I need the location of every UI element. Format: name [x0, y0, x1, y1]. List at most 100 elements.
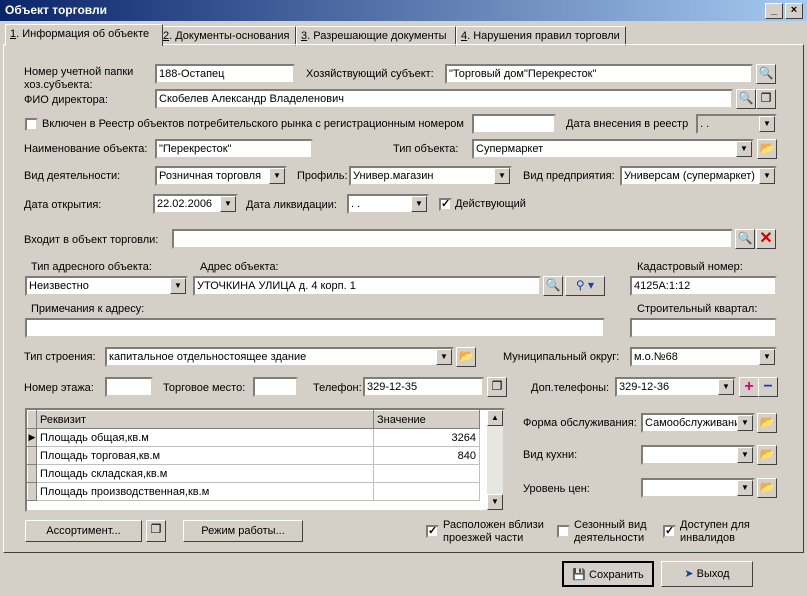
account-field[interactable]: 188-Остапец	[155, 64, 295, 84]
director-copy-button[interactable]: ❐	[756, 89, 776, 109]
chevron-down-icon[interactable]: ▼	[494, 168, 510, 184]
director-field[interactable]: Скобелев Александр Владеленович	[155, 89, 733, 109]
chevron-down-icon[interactable]: ▼	[737, 447, 753, 463]
building-select[interactable]: капитальное отдельностоящее здание ▼	[105, 347, 454, 367]
registry-number-field[interactable]	[472, 114, 556, 134]
col-requisite[interactable]: Реквизит	[36, 410, 374, 429]
tab-permits[interactable]: 3. Разрешающие документы	[296, 26, 456, 46]
minimize-button[interactable]: _	[765, 3, 783, 19]
seasonal-label: Сезонный вид	[574, 519, 647, 531]
quarter-field[interactable]	[630, 318, 777, 338]
director-search-button[interactable]: 🔍	[736, 89, 756, 109]
phone-field[interactable]: 329-12-35	[363, 377, 484, 397]
phone-copy-button[interactable]: ❐	[487, 377, 507, 397]
building-folder-button[interactable]: 📂	[456, 347, 476, 367]
part-of-clear-button[interactable]: ✕	[756, 229, 776, 249]
tab-info[interactable]: 1. Информация об объекте	[5, 24, 163, 46]
scroll-down-icon[interactable]: ▼	[487, 494, 503, 510]
chevron-down-icon[interactable]: ▼	[411, 196, 427, 212]
open-date-field[interactable]: 22.02.2006 ▼	[153, 194, 238, 214]
address-field[interactable]: УТОЧКИНА УЛИЦА д. 4 корп. 1	[193, 276, 541, 296]
active-checkbox[interactable]: ✓	[439, 198, 452, 211]
close-date-value: . .	[351, 198, 361, 210]
addr-note-field[interactable]	[25, 318, 605, 338]
chevron-down-icon[interactable]: ▼	[737, 480, 753, 496]
folder-icon: 📂	[759, 415, 775, 429]
extra-phone-select[interactable]: 329-12-36 ▼	[615, 377, 736, 397]
requisites-grid[interactable]: Реквизит Значение ▶ Площадь общая,кв.м 3…	[25, 408, 505, 512]
entity-search-button[interactable]: 🔍	[756, 64, 776, 84]
row-requisite[interactable]: Площадь складская,кв.м	[36, 464, 374, 483]
registry-date-field[interactable]: . . ▼	[696, 114, 777, 134]
table-row[interactable]: Площадь производственная,кв.м	[27, 482, 480, 501]
table-row[interactable]: ▶ Площадь общая,кв.м 3264	[27, 428, 480, 447]
chevron-down-icon[interactable]: ▼	[759, 116, 775, 132]
part-of-field[interactable]	[172, 229, 733, 249]
schedule-button[interactable]: Режим работы...	[183, 520, 303, 542]
name-field[interactable]: "Перекресток"	[155, 139, 313, 159]
chevron-down-icon[interactable]: ▼	[220, 196, 236, 212]
tab-violations[interactable]: 4. Нарушения правил торговли	[456, 26, 626, 46]
address-map-button[interactable]: ⚲ ▾	[565, 276, 605, 296]
save-button[interactable]: 💾 Сохранить	[562, 561, 654, 587]
grid-scrollbar[interactable]: ▲ ▼	[487, 410, 503, 510]
row-value[interactable]: 3264	[373, 428, 480, 447]
profile-select[interactable]: Универ.магазин ▼	[349, 166, 512, 186]
disabled-access-checkbox[interactable]: ✓	[663, 525, 676, 538]
district-select[interactable]: м.о.№68 ▼	[630, 347, 777, 367]
service-select[interactable]: Самообслуживание ▼	[641, 413, 755, 433]
registry-date-label: Дата внесения в реестр	[566, 118, 689, 130]
service-label: Форма обслуживания:	[523, 417, 637, 429]
delete-icon: ✕	[759, 230, 773, 247]
chevron-down-icon[interactable]: ▼	[170, 278, 186, 294]
close-button[interactable]: ×	[785, 3, 803, 19]
chevron-down-icon[interactable]: ▼	[759, 168, 775, 184]
copy-icon: ❐	[760, 91, 772, 105]
tab-documents[interactable]: 2. Документы-основания	[158, 26, 296, 46]
col-value[interactable]: Значение	[373, 410, 480, 429]
row-requisite[interactable]: Площадь общая,кв.м	[36, 428, 374, 447]
near-roads-label: Расположен вблизи	[443, 519, 544, 531]
chevron-down-icon[interactable]: ▼	[718, 379, 734, 395]
exit-button[interactable]: ➤ Выход	[661, 561, 753, 587]
assortment-copy-button[interactable]: ❐	[146, 520, 166, 542]
price-folder-button[interactable]: 📂	[757, 478, 777, 498]
chevron-down-icon[interactable]: ▼	[737, 415, 753, 431]
chevron-down-icon[interactable]: ▼	[759, 349, 775, 365]
cuisine-select[interactable]: ▼	[641, 445, 755, 465]
row-value[interactable]	[373, 464, 480, 483]
part-of-search-button[interactable]: 🔍	[735, 229, 755, 249]
type-folder-button[interactable]: 📂	[757, 139, 777, 159]
addr-type-select[interactable]: Неизвестно ▼	[25, 276, 188, 296]
row-value[interactable]	[373, 482, 480, 501]
seasonal-checkbox[interactable]	[557, 525, 570, 538]
cuisine-folder-button[interactable]: 📂	[757, 445, 777, 465]
folder-icon: 📂	[759, 480, 775, 494]
chevron-down-icon[interactable]: ▼	[269, 168, 285, 184]
address-search-button[interactable]: 🔍	[543, 276, 563, 296]
row-requisite[interactable]: Площадь производственная,кв.м	[36, 482, 374, 501]
service-folder-button[interactable]: 📂	[757, 413, 777, 433]
enterprise-select[interactable]: Универсам (супермаркет) ▼	[620, 166, 777, 186]
registry-checkbox[interactable]	[25, 118, 38, 131]
near-roads-checkbox[interactable]: ✓	[426, 525, 439, 538]
table-row[interactable]: Площадь складская,кв.м	[27, 464, 480, 483]
entity-field[interactable]: "Торговый дом"Перекресток"	[445, 64, 753, 84]
assortment-button[interactable]: Ассортимент...	[25, 520, 142, 542]
floor-field[interactable]	[105, 377, 153, 397]
type-select[interactable]: Супермаркет ▼	[472, 139, 754, 159]
table-row[interactable]: Площадь торговая,кв.м 840	[27, 446, 480, 465]
price-select[interactable]: ▼	[641, 478, 755, 498]
close-date-field[interactable]: . . ▼	[347, 194, 429, 214]
director-label: ФИО директора:	[24, 94, 108, 106]
chevron-down-icon[interactable]: ▼	[436, 349, 452, 365]
place-field[interactable]	[253, 377, 298, 397]
scroll-up-icon[interactable]: ▲	[487, 410, 503, 426]
add-phone-button[interactable]: +	[739, 377, 759, 397]
chevron-down-icon[interactable]: ▼	[736, 141, 752, 157]
row-requisite[interactable]: Площадь торговая,кв.м	[36, 446, 374, 465]
row-value[interactable]: 840	[373, 446, 480, 465]
cadastral-field[interactable]: 4125А:1:12	[630, 276, 777, 296]
activity-select[interactable]: Розничная торговля ▼	[155, 166, 287, 186]
remove-phone-button[interactable]: −	[758, 377, 778, 397]
